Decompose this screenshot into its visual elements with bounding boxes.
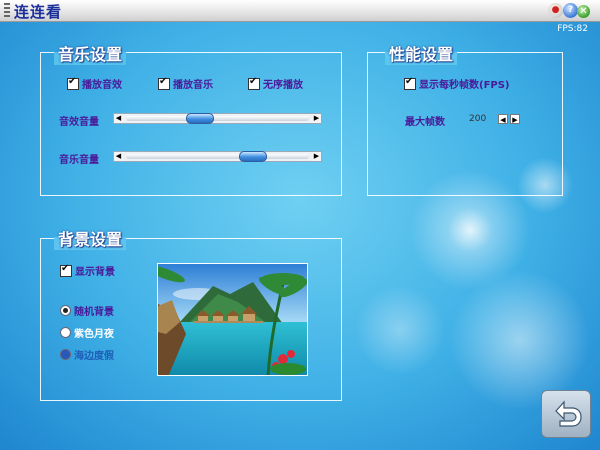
back-arrow-icon <box>555 400 582 427</box>
sfx-volume-slider[interactable]: ◀ ▶ <box>113 113 322 124</box>
slider-thumb[interactable] <box>239 151 268 162</box>
play-music-checkbox[interactable]: 播放音乐 <box>158 76 213 91</box>
checkbox-checked-icon <box>60 263 72 277</box>
radio-seaside-vacation[interactable]: 海边度假 <box>60 347 114 362</box>
sfx-volume-label: 音效音量 <box>59 117 99 128</box>
checkbox-checked-icon <box>404 76 416 90</box>
shuffle-checkbox[interactable]: 无序播放 <box>248 76 303 91</box>
max-fps-label: 最大帧数 <box>405 117 445 128</box>
arrow-left-icon[interactable]: ◀ <box>114 152 123 161</box>
back-button[interactable] <box>541 390 591 438</box>
slider-track[interactable] <box>126 116 309 121</box>
arrow-right-icon[interactable]: ▶ <box>312 152 321 161</box>
music-volume-slider[interactable]: ◀ ▶ <box>113 151 322 162</box>
play-sfx-checkbox[interactable]: 播放音效 <box>67 76 122 91</box>
checkbox-checked-icon <box>158 76 170 90</box>
tropical-scene-illustration <box>158 264 307 375</box>
increase-icon[interactable]: ▶ <box>510 114 520 124</box>
show-background-checkbox[interactable]: 显示背景 <box>60 263 115 278</box>
arrow-left-icon[interactable]: ◀ <box>114 114 123 123</box>
window-title: 连连看 <box>14 3 63 21</box>
music-settings-title: 音乐设置 <box>54 41 127 65</box>
background-preview-image <box>157 263 308 376</box>
title-bar[interactable]: 连连看 ● ? ✕ <box>0 0 600 22</box>
performance-settings-title: 性能设置 <box>385 41 458 65</box>
checkbox-checked-icon <box>248 76 260 90</box>
slider-thumb[interactable] <box>186 113 215 124</box>
fps-counter: FPS:82 <box>557 24 588 34</box>
show-fps-checkbox[interactable]: 显示每秒帧数(FPS) <box>404 76 510 91</box>
radio-unselected-icon <box>60 327 71 338</box>
performance-settings-group <box>367 52 563 196</box>
close-icon[interactable]: ✕ <box>577 5 590 18</box>
radio-purple-moonlight[interactable]: 紫色月夜 <box>60 325 114 340</box>
help-icon[interactable]: ? <box>563 3 578 18</box>
arrow-right-icon[interactable]: ▶ <box>312 114 321 123</box>
slider-track[interactable] <box>126 154 309 159</box>
radio-unselected-icon <box>60 349 71 360</box>
radio-selected-icon <box>60 305 71 316</box>
radio-random-background[interactable]: 随机背景 <box>60 303 114 318</box>
decrease-icon[interactable]: ◀ <box>498 114 508 124</box>
music-volume-label: 音乐音量 <box>59 155 99 166</box>
checkbox-checked-icon <box>67 76 79 90</box>
background-settings-title: 背景设置 <box>54 226 127 250</box>
minimize-icon[interactable]: ● <box>548 3 563 18</box>
max-fps-value[interactable]: 200 <box>469 114 486 124</box>
drag-grip-icon[interactable] <box>4 3 10 18</box>
